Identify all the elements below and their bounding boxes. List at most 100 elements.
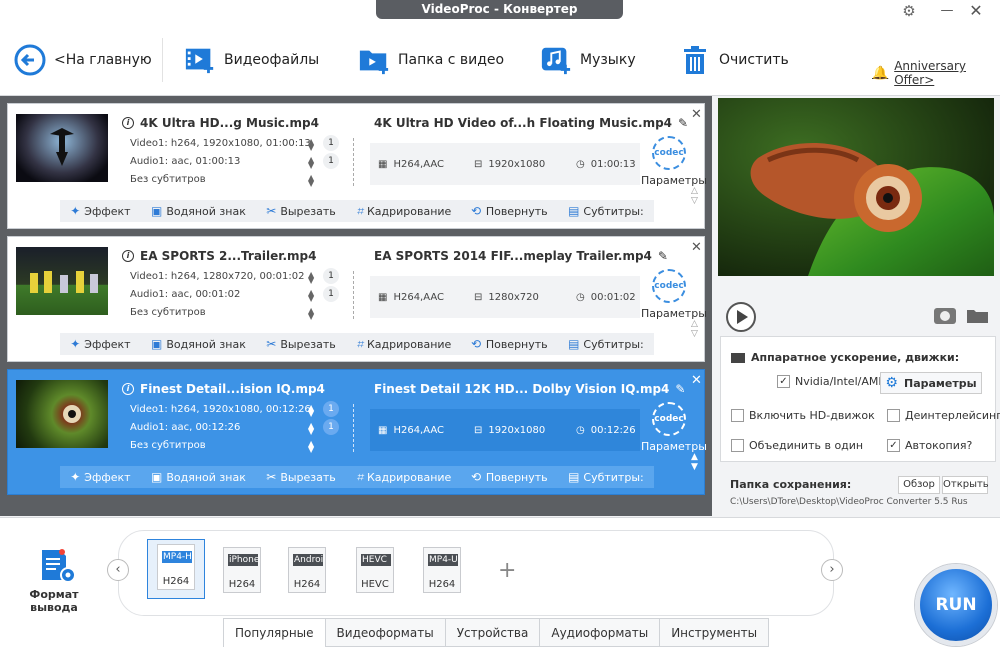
codec-settings-icon[interactable]: codec (652, 136, 686, 170)
remove-file-button[interactable]: ✕ (691, 107, 702, 122)
autocopy-checkbox[interactable]: ✓ Автокопия? (887, 439, 972, 452)
film-icon: ▦ (378, 158, 388, 170)
output-format-icon[interactable] (38, 548, 78, 584)
subtitles-button[interactable]: ▤ Субтитры: (568, 337, 644, 351)
back-home-button[interactable]: <На главную (14, 40, 152, 80)
run-button[interactable]: RUN (915, 564, 997, 646)
edit-actions-bar: ✦ Эффект ▣ Водяной знак ✂ Вырезать ⌗ Кадриро… (60, 333, 654, 355)
info-icon[interactable]: i (122, 250, 134, 262)
open-folder-button[interactable]: Открыть (942, 476, 989, 494)
cut-button[interactable]: ✂ Вырезать (266, 470, 336, 484)
watermark-button[interactable]: ▣ Водяной знак (151, 337, 246, 351)
move-up-down-arrows[interactable]: △ ▽ (691, 319, 698, 339)
audio-track-stepper[interactable]: ▲ ▼ (308, 422, 314, 436)
add-folder-button[interactable]: Папка с видео (358, 40, 504, 80)
nvidia-label: Nvidia/Intel/AMD (795, 375, 887, 388)
add-music-button[interactable]: Музыку (540, 40, 636, 80)
play-button[interactable] (726, 302, 756, 332)
edit-actions-bar: ✦ Эффект ▣ Водяной знак ✂ Вырезать ⌗ Кадриро… (60, 466, 654, 488)
cut-button[interactable]: ✂ Вырезать (266, 337, 336, 351)
file-card-selected[interactable]: i Finest Detail...ision IQ.mp4 Video1: h2… (7, 369, 707, 495)
anniversary-offer-link[interactable]: 🔔 Anniversary Offer> (872, 59, 1000, 87)
crop-button[interactable]: ⌗ Кадрирование (356, 470, 451, 485)
effect-button[interactable]: ✦ Эффект (70, 470, 130, 484)
video-track-stepper[interactable]: ▲ ▼ (308, 271, 314, 285)
audio-track-stepper[interactable]: ▲ ▼ (308, 289, 314, 303)
carousel-next-button[interactable]: › (821, 559, 843, 581)
preset-mp4-h264[interactable]: MP4-H264 H264 (147, 539, 205, 599)
tab-devices[interactable]: Устройства (445, 618, 541, 647)
save-folder-panel: Папка сохранения: Обзор Открыть C:\Users… (720, 470, 996, 514)
pencil-icon[interactable]: ✎ (658, 249, 668, 263)
rotate-button[interactable]: ⟲ Повернуть (472, 337, 548, 351)
minimize-button[interactable]: — (938, 3, 956, 19)
hw-parameters-button[interactable]: ⚙ Параметры (880, 372, 982, 394)
watermark-button[interactable]: ▣ Водяной знак (151, 204, 246, 218)
audio-track-stepper[interactable]: ▲ ▼ (308, 156, 314, 170)
clear-button[interactable]: Очистить (679, 40, 789, 80)
video-track-stepper[interactable]: ▲ ▼ (308, 404, 314, 418)
magic-wand-icon: ✦ (70, 204, 81, 218)
deinterlace-checkbox[interactable]: Деинтерлейсинг (887, 409, 1000, 422)
crop-button[interactable]: ⌗ Кадрирование (356, 337, 451, 352)
remove-file-button[interactable]: ✕ (691, 373, 702, 388)
add-preset-icon[interactable]: + (498, 558, 516, 583)
cut-button[interactable]: ✂ Вырезать (266, 204, 336, 218)
tab-tools[interactable]: Инструменты (660, 618, 770, 647)
resolution-icon: ⊟ (474, 424, 483, 436)
codec-settings-icon[interactable]: codec (652, 402, 686, 436)
add-music-icon (540, 44, 572, 76)
audio-track-count: 1 (323, 286, 339, 302)
watermark-button[interactable]: ▣ Водяной знак (151, 470, 246, 484)
effect-button[interactable]: ✦ Эффект (70, 337, 130, 351)
track-bracket (344, 271, 354, 319)
pencil-icon[interactable]: ✎ (678, 116, 688, 130)
gear-icon[interactable]: ⚙ (900, 3, 918, 19)
rotate-icon: ⟲ (471, 204, 482, 218)
folder-icon[interactable] (966, 308, 990, 324)
close-window-button[interactable]: ✕ (967, 1, 985, 20)
tab-video-formats[interactable]: Видеоформаты (325, 618, 446, 647)
video-track-stepper[interactable]: ▲ ▼ (308, 138, 314, 152)
crop-button[interactable]: ⌗ Кадрирование (356, 204, 451, 219)
info-icon[interactable]: i (122, 383, 134, 395)
rotate-button[interactable]: ⟲ Повернуть (472, 470, 548, 484)
browse-button[interactable]: Обзор (898, 476, 940, 494)
output-file-name[interactable]: Finest Detail 12K HD... Dolby Vision IQ.… (374, 382, 669, 396)
info-icon[interactable]: i (122, 117, 134, 129)
output-duration: 01:00:13 (590, 158, 636, 170)
file-card[interactable]: i EA SPORTS 2...Trailer.mp4 Video1: h264,… (7, 236, 707, 362)
output-info: ▦ H264,AAC ⊟ 1920x1080 ◷ 00:12:26 (370, 409, 640, 451)
effect-button[interactable]: ✦ Эффект (70, 204, 130, 218)
pencil-icon[interactable]: ✎ (675, 382, 685, 396)
codec-settings-icon[interactable]: codec (652, 269, 686, 303)
output-codec: H264,AAC (393, 158, 445, 170)
move-up-down-arrows[interactable]: △ ▽ (691, 186, 698, 206)
move-up-down-arrows[interactable]: ▲ ▼ (691, 452, 698, 472)
add-video-button[interactable]: Видеофайлы (184, 40, 319, 80)
output-file-name[interactable]: EA SPORTS 2014 FIF...meplay Trailer.mp4 (374, 249, 652, 263)
carousel-prev-button[interactable]: ‹ (107, 559, 129, 581)
rotate-button[interactable]: ⟲ Повернуть (472, 204, 548, 218)
output-file-name[interactable]: 4K Ultra HD Video of...h Floating Music.… (374, 116, 672, 130)
merge-checkbox[interactable]: Объединить в один (731, 439, 863, 452)
subtitles-button[interactable]: ▤ Субтитры: (568, 204, 644, 218)
tab-popular[interactable]: Популярные (223, 618, 326, 647)
tab-audio-formats[interactable]: Аудиоформаты (540, 618, 661, 647)
remove-file-button[interactable]: ✕ (691, 240, 702, 255)
subtitle-stepper[interactable]: ▲ ▼ (308, 307, 314, 321)
file-card[interactable]: i 4K Ultra HD...g Music.mp4 Video1: h264,… (7, 103, 707, 229)
preset-iphone[interactable]: iPhone H264 H264 (214, 543, 270, 599)
nvidia-checkbox[interactable]: ✓ Nvidia/Intel/AMD (777, 375, 887, 388)
preset-mp4-uhd[interactable]: MP4-UHD H264 (414, 543, 470, 599)
watermark-icon: ▣ (151, 470, 163, 484)
subtitle-stepper[interactable]: ▲ ▼ (308, 174, 314, 188)
hd-engine-checkbox[interactable]: Включить HD-движок (731, 409, 875, 422)
preset-codec: HEVC (361, 579, 389, 590)
preset-android[interactable]: Android H264 (279, 543, 335, 599)
subtitle-stepper[interactable]: ▲ ▼ (308, 440, 314, 454)
subtitles-button[interactable]: ▤ Субтитры: (568, 470, 644, 484)
video-track-info: Video1: h264, 1920x1080, 01:00:13 (130, 138, 311, 149)
camera-icon[interactable] (934, 308, 956, 324)
preset-hevc[interactable]: HEVC HEVC (347, 543, 403, 599)
